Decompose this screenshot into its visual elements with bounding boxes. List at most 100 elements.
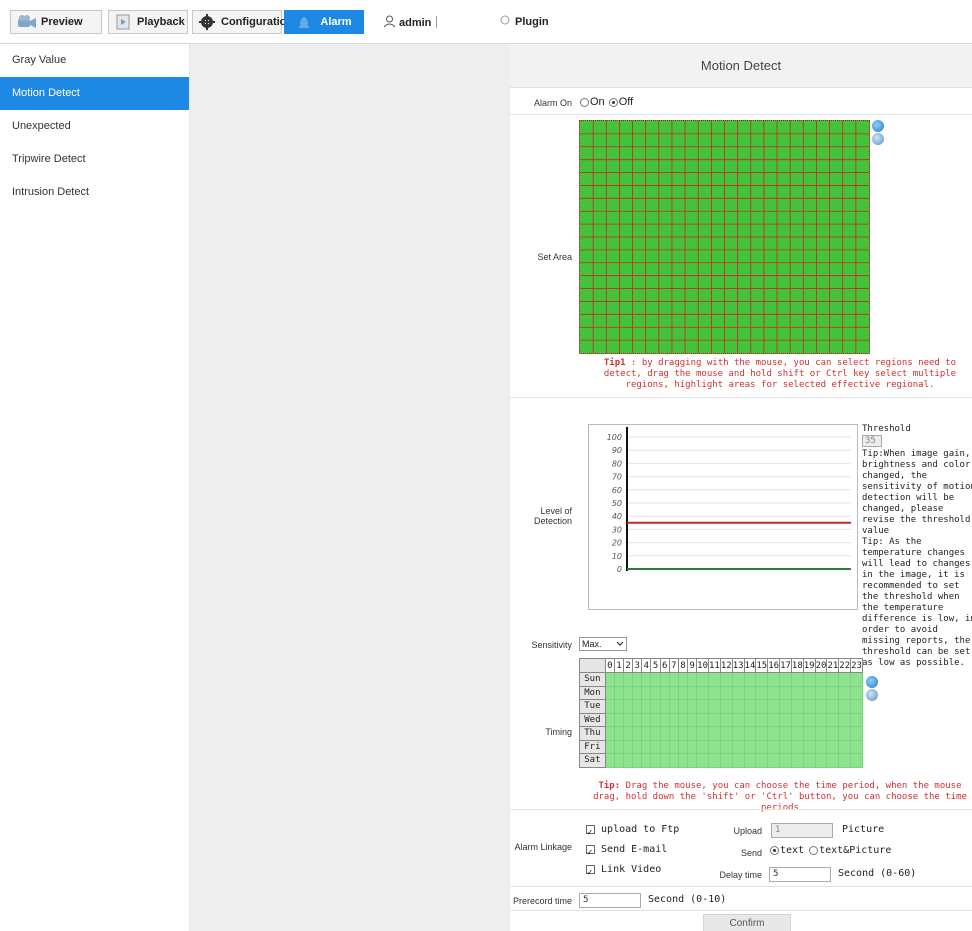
timing-slot[interactable] [767, 672, 781, 687]
tab-alarm[interactable]: Alarm [284, 10, 364, 34]
timing-slot[interactable] [677, 672, 689, 687]
timing-slot[interactable] [814, 699, 828, 714]
timing-slot[interactable] [850, 739, 863, 754]
timing-slot[interactable] [790, 685, 804, 700]
timing-slot[interactable] [850, 672, 863, 687]
sidebar-item-tripwire-detect[interactable]: Tripwire Detect [0, 143, 189, 176]
timing-slot[interactable] [632, 685, 643, 700]
link-video-checkbox[interactable] [586, 863, 595, 883]
timing-slot[interactable] [719, 739, 733, 754]
timing-slot[interactable] [623, 699, 634, 714]
threshold-value[interactable]: 35 [862, 435, 882, 447]
timing-slot[interactable] [838, 726, 852, 741]
timing-slot[interactable] [696, 753, 709, 768]
timing-slot[interactable] [850, 753, 863, 768]
timing-slot[interactable] [779, 672, 792, 687]
timing-slot[interactable] [641, 685, 652, 700]
timing-slot[interactable] [687, 685, 698, 700]
timing-slot[interactable] [641, 672, 652, 687]
timing-slot[interactable] [838, 712, 852, 727]
clear-all-icon[interactable] [872, 133, 884, 145]
timing-slot[interactable] [814, 739, 828, 754]
timing-slot[interactable] [708, 712, 721, 727]
timing-slot[interactable] [650, 726, 661, 741]
timing-slot[interactable] [743, 739, 757, 754]
timing-slot[interactable] [677, 726, 689, 741]
timing-slot[interactable] [802, 712, 816, 727]
timing-slot[interactable] [613, 672, 625, 687]
timing-slot[interactable] [850, 712, 863, 727]
timing-slot[interactable] [604, 672, 615, 687]
timing-slot[interactable] [814, 753, 828, 768]
timing-slot[interactable] [623, 726, 634, 741]
timing-slot[interactable] [826, 672, 840, 687]
timing-slot[interactable] [779, 726, 792, 741]
timing-slot[interactable] [790, 753, 804, 768]
timing-slot[interactable] [650, 739, 661, 754]
send-text-picture-radio[interactable] [809, 846, 819, 855]
timing-slot[interactable] [668, 753, 679, 768]
timing-slot[interactable] [696, 685, 709, 700]
sidebar-item-motion-detect[interactable]: Motion Detect [0, 77, 189, 110]
timing-slot[interactable] [826, 726, 840, 741]
timing-slot[interactable] [650, 753, 661, 768]
timing-slot[interactable] [779, 685, 792, 700]
user-indicator[interactable]: admin [383, 15, 431, 31]
timing-grid[interactable]: 0 1 2 3 4 5 6 7 8 9 10 11 12 13 14 15 16 17 18 19 20 21 22 23 Su… [579, 658, 863, 776]
timing-slot[interactable] [743, 753, 757, 768]
timing-slot[interactable] [604, 699, 615, 714]
tab-preview[interactable]: Preview [10, 10, 102, 34]
timing-slot[interactable] [802, 672, 816, 687]
timing-slot[interactable] [604, 685, 615, 700]
timing-slot[interactable] [687, 672, 698, 687]
timing-slot[interactable] [641, 699, 652, 714]
timing-slot[interactable] [814, 672, 828, 687]
confirm-button[interactable]: Confirm [703, 914, 791, 931]
delay-time-input[interactable]: 5 [769, 867, 831, 882]
timing-slot[interactable] [641, 739, 652, 754]
timing-slot[interactable] [677, 699, 689, 714]
timing-slot[interactable] [767, 753, 781, 768]
timing-slot[interactable] [696, 726, 709, 741]
timing-slot[interactable] [632, 712, 643, 727]
timing-slot[interactable] [708, 685, 721, 700]
timing-slot[interactable] [838, 685, 852, 700]
timing-slot[interactable] [826, 753, 840, 768]
timing-slot[interactable] [802, 739, 816, 754]
timing-slot[interactable] [838, 739, 852, 754]
timing-slot[interactable] [719, 753, 733, 768]
timing-slot[interactable] [613, 685, 625, 700]
timing-slot[interactable] [767, 739, 781, 754]
timing-slot[interactable] [659, 672, 670, 687]
timing-slot[interactable] [779, 699, 792, 714]
timing-slot[interactable] [687, 739, 698, 754]
plugin-link[interactable]: Plugin [500, 15, 549, 28]
timing-slot[interactable] [623, 712, 634, 727]
timing-slot[interactable] [790, 672, 804, 687]
timing-slot[interactable] [826, 739, 840, 754]
detection-area-grid[interactable] [579, 120, 870, 354]
timing-slot[interactable] [696, 699, 709, 714]
timing-slot[interactable] [743, 712, 757, 727]
select-all-icon[interactable] [872, 120, 884, 132]
timing-slot[interactable] [708, 726, 721, 741]
timing-slot[interactable] [802, 753, 816, 768]
timing-slot[interactable] [668, 685, 679, 700]
timing-slot[interactable] [755, 753, 769, 768]
timing-slot[interactable] [668, 699, 679, 714]
timing-slot[interactable] [814, 712, 828, 727]
timing-slot[interactable] [659, 685, 670, 700]
timing-slot[interactable] [731, 739, 745, 754]
select-all-time-icon[interactable] [866, 676, 878, 688]
timing-slot[interactable] [850, 726, 863, 741]
timing-slot[interactable] [687, 753, 698, 768]
timing-slot[interactable] [641, 726, 652, 741]
tab-configuration[interactable]: Configuration [192, 10, 293, 34]
clear-all-time-icon[interactable] [866, 689, 878, 701]
timing-slot[interactable] [650, 685, 661, 700]
sensitivity-select[interactable]: Max. [579, 637, 627, 651]
send-email-checkbox[interactable] [586, 843, 595, 863]
timing-slot[interactable] [826, 685, 840, 700]
timing-slot[interactable] [677, 685, 689, 700]
timing-slot[interactable] [719, 712, 733, 727]
